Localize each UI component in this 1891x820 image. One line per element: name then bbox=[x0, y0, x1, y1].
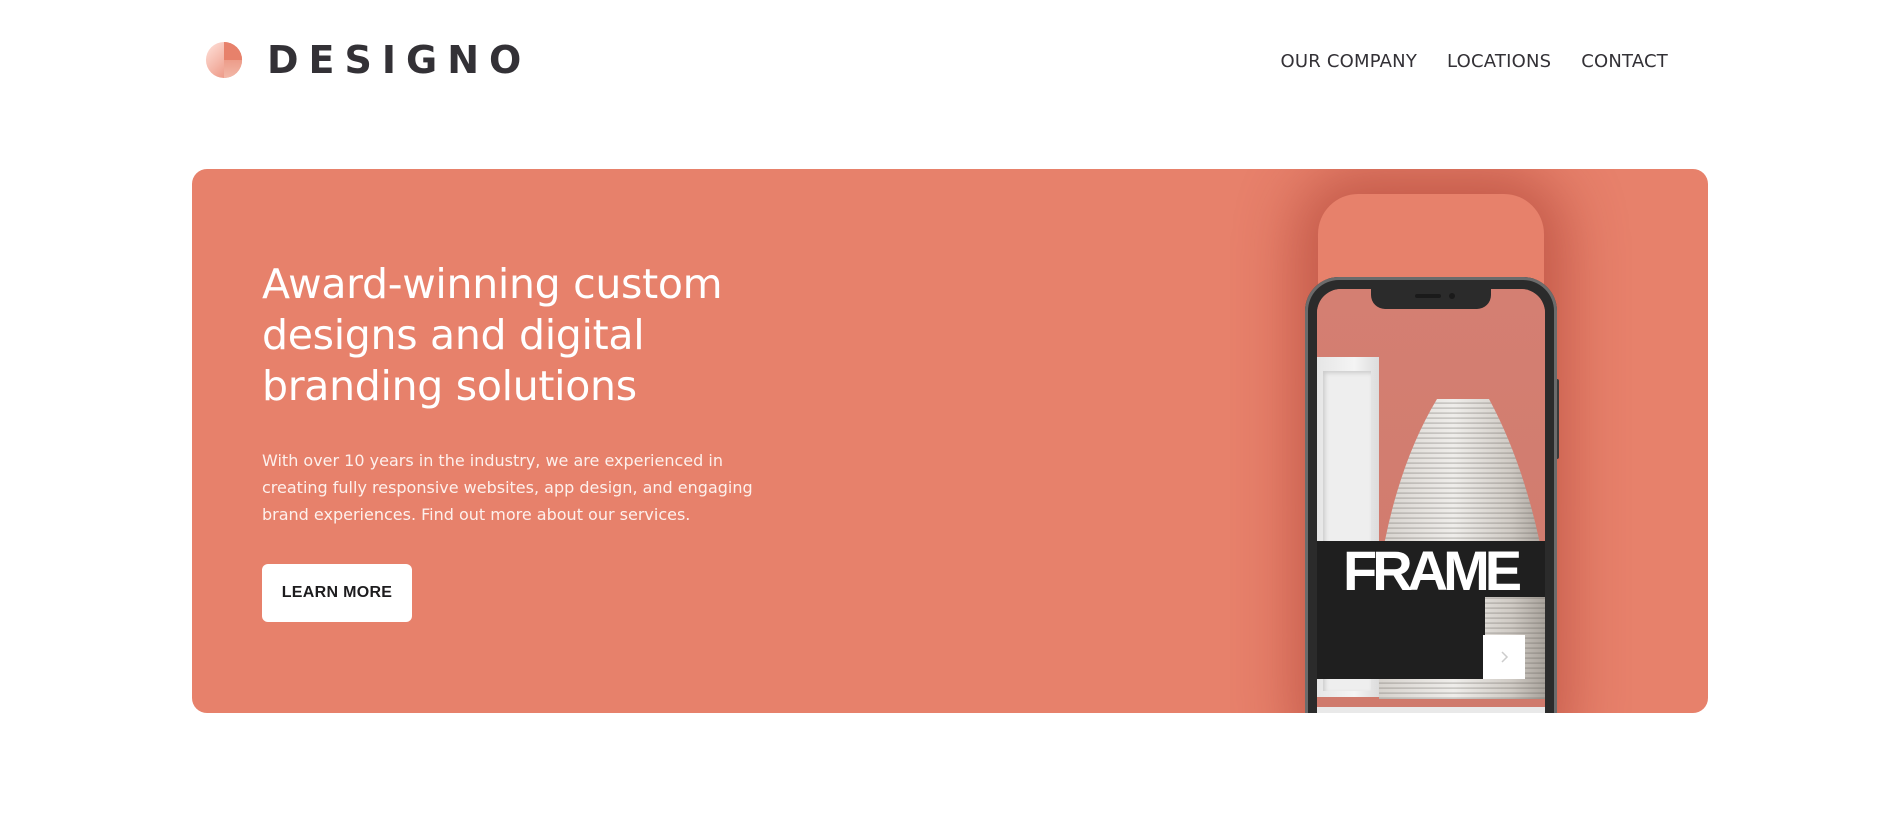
logo-text: DESIGNO bbox=[267, 38, 532, 82]
hero-heading-line-1: Award-winning custom bbox=[262, 260, 723, 308]
main-nav: OUR COMPANY LOCATIONS CONTACT bbox=[1281, 50, 1668, 74]
hero-heading: Award-winning custom designs and digital b… bbox=[262, 259, 822, 412]
chevron-right-icon bbox=[1501, 651, 1509, 663]
phone-camera bbox=[1449, 293, 1455, 299]
learn-more-button[interactable]: LEARN MORE bbox=[262, 564, 412, 622]
hero-heading-line-3: branding solutions bbox=[262, 362, 637, 410]
half-circle-logo-icon bbox=[205, 41, 243, 79]
hero-description: With over 10 years in the industry, we a… bbox=[262, 451, 753, 524]
screen-frame-word: FRAME bbox=[1343, 539, 1522, 602]
phone-mockup: FRAME bbox=[1305, 277, 1557, 713]
hero-section: Award-winning custom designs and digital b… bbox=[192, 169, 1708, 713]
phone-notch bbox=[1371, 289, 1491, 309]
nav-contact[interactable]: CONTACT bbox=[1581, 50, 1668, 74]
phone-speaker bbox=[1415, 294, 1441, 298]
screen-table-surface bbox=[1317, 707, 1545, 713]
nav-locations[interactable]: LOCATIONS bbox=[1447, 50, 1551, 74]
logo-link[interactable]: DESIGNO bbox=[205, 38, 531, 82]
phone-screen: FRAME bbox=[1317, 289, 1545, 713]
screen-next-button[interactable] bbox=[1483, 635, 1525, 679]
nav-our-company[interactable]: OUR COMPANY bbox=[1281, 50, 1418, 74]
hero-heading-line-2: designs and digital bbox=[262, 311, 645, 359]
